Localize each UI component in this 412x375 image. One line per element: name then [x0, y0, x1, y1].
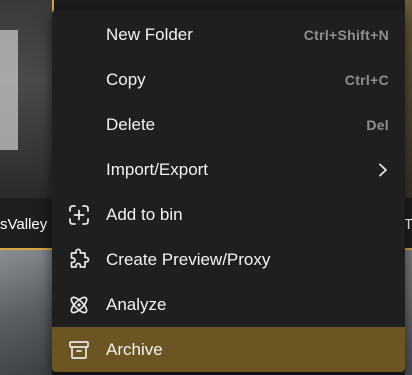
menu-item-label: Import/Export [106, 159, 209, 179]
menu-item-label: Add to bin [106, 204, 183, 224]
menu-item-label: Archive [106, 339, 163, 359]
shortcut-label: Ctrl+Shift+N [303, 26, 389, 43]
shortcut-label: Del [366, 116, 389, 133]
menu-item-import-export[interactable]: Import/Export [52, 147, 405, 192]
media-thumbnail-top-right[interactable] [405, 0, 412, 200]
menu-item-archive[interactable]: Archive [52, 327, 405, 372]
menu-item-label: New Folder [106, 24, 193, 44]
menu-item-label: Create Preview/Proxy [106, 249, 271, 269]
menu-item-new-folder[interactable]: New Folder Ctrl+Shift+N [52, 12, 405, 57]
menu-item-label: Copy [106, 69, 146, 89]
puzzle-icon [66, 247, 92, 273]
menu-item-add-to-bin[interactable]: Add to bin [52, 192, 405, 237]
context-menu: New Folder Ctrl+Shift+N Copy Ctrl+C Dele… [52, 10, 405, 372]
menu-item-label: Analyze [106, 294, 167, 314]
app-stage: sValley T New Folder Ctrl+Shift+N Copy C… [0, 0, 412, 375]
add-box-icon [66, 202, 92, 228]
media-thumbnail-top-left[interactable] [0, 0, 54, 200]
menu-item-delete[interactable]: Delete Del [52, 102, 405, 147]
media-thumbnail-bottom-right[interactable] [405, 250, 412, 375]
thumbnail-title-right: T [404, 216, 412, 233]
menu-item-label: Delete [106, 114, 156, 134]
thumbnail-title-left: sValley [0, 216, 48, 233]
shortcut-label: Ctrl+C [344, 71, 389, 88]
atom-icon [66, 292, 92, 318]
menu-item-create-preview-proxy[interactable]: Create Preview/Proxy [52, 237, 405, 282]
chevron-right-icon [379, 163, 387, 176]
thumbnail-image [0, 30, 30, 150]
menu-item-analyze[interactable]: Analyze [52, 282, 405, 327]
archive-icon [66, 337, 92, 363]
media-thumbnail-bottom-left[interactable] [0, 250, 52, 375]
menu-item-copy[interactable]: Copy Ctrl+C [52, 57, 405, 102]
